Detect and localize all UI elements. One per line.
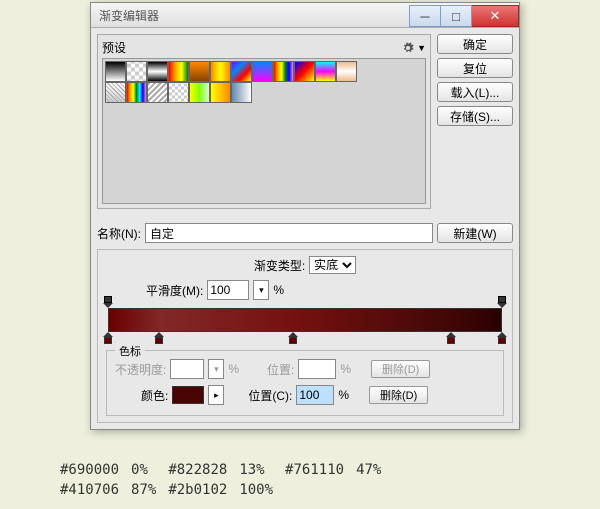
table-row: #41070687% #2b0102100% bbox=[60, 480, 393, 500]
table-row: #6900000% #82282813% #76111047% bbox=[60, 460, 393, 480]
color-label: 颜色: bbox=[141, 387, 168, 404]
preset-swatch[interactable] bbox=[315, 61, 336, 82]
color-stop[interactable] bbox=[446, 332, 456, 344]
color-position-label: 位置(C): bbox=[248, 387, 292, 404]
preset-swatch[interactable] bbox=[189, 61, 210, 82]
titlebar[interactable]: 渐变编辑器 ─ □ ✕ bbox=[91, 3, 519, 28]
preset-swatch[interactable] bbox=[210, 61, 231, 82]
preset-swatch[interactable] bbox=[147, 61, 168, 82]
gradient-type-label: 渐变类型: bbox=[254, 257, 305, 274]
gradient-bar[interactable] bbox=[108, 308, 502, 332]
presets-label: 预设 bbox=[102, 39, 401, 56]
delete-opacity-stop-button: 删除(D) bbox=[371, 360, 430, 378]
stops-readout: #6900000% #82282813% #76111047% #4107068… bbox=[60, 460, 560, 500]
gradient-type-select[interactable]: 实底 bbox=[309, 256, 356, 274]
presets-panel: 预设 ▼ bbox=[97, 34, 431, 209]
preset-swatch[interactable] bbox=[147, 82, 168, 103]
smoothness-label: 平滑度(M): bbox=[146, 282, 203, 299]
delete-color-stop-button[interactable]: 删除(D) bbox=[369, 386, 428, 404]
name-label: 名称(N): bbox=[97, 225, 141, 242]
color-dropdown-icon[interactable]: ▸ bbox=[208, 385, 224, 405]
window-title: 渐变编辑器 bbox=[99, 7, 409, 24]
smoothness-unit: % bbox=[273, 283, 284, 297]
preset-swatches[interactable] bbox=[102, 58, 426, 204]
preset-swatch[interactable] bbox=[273, 61, 294, 82]
opacity-position-input bbox=[298, 359, 336, 379]
preset-swatch[interactable] bbox=[168, 61, 189, 82]
opacity-position-unit: % bbox=[340, 362, 351, 376]
preset-swatch[interactable] bbox=[231, 82, 252, 103]
color-position-unit: % bbox=[338, 388, 349, 402]
ok-button[interactable]: 确定 bbox=[437, 34, 513, 54]
opacity-stop[interactable] bbox=[103, 298, 113, 308]
gradient-settings-panel: 渐变类型: 实底 平滑度(M): ▾ % bbox=[97, 249, 513, 423]
preset-swatch[interactable] bbox=[252, 61, 273, 82]
reset-button[interactable]: 复位 bbox=[437, 58, 513, 78]
preset-swatch[interactable] bbox=[294, 61, 315, 82]
gear-icon[interactable] bbox=[401, 41, 415, 55]
name-input[interactable] bbox=[145, 223, 433, 243]
preset-swatch[interactable] bbox=[336, 61, 357, 82]
smoothness-dropdown-icon[interactable]: ▾ bbox=[253, 280, 269, 300]
window-buttons: ─ □ ✕ bbox=[409, 5, 519, 25]
preset-swatch[interactable] bbox=[189, 82, 210, 103]
close-button[interactable]: ✕ bbox=[472, 5, 519, 27]
minimize-button[interactable]: ─ bbox=[409, 5, 441, 27]
stops-legend: 色标 bbox=[115, 343, 145, 359]
maximize-button[interactable]: □ bbox=[441, 5, 472, 27]
color-stop[interactable] bbox=[497, 332, 507, 344]
preset-swatch[interactable] bbox=[231, 61, 252, 82]
smoothness-input[interactable] bbox=[207, 280, 249, 300]
color-well[interactable] bbox=[172, 386, 204, 404]
preset-swatch[interactable] bbox=[105, 82, 126, 103]
preset-swatch[interactable] bbox=[105, 61, 126, 82]
presets-menu-arrow-icon[interactable]: ▼ bbox=[417, 43, 426, 53]
preset-swatch[interactable] bbox=[126, 82, 147, 103]
color-stop[interactable] bbox=[103, 332, 113, 344]
opacity-stop[interactable] bbox=[497, 298, 507, 308]
stops-group: 色标 不透明度: ▾ % 位置: % 删除(D) 颜色: bbox=[106, 350, 504, 416]
opacity-input bbox=[170, 359, 204, 379]
color-stop[interactable] bbox=[288, 332, 298, 344]
new-button[interactable]: 新建(W) bbox=[437, 223, 513, 243]
preset-swatch[interactable] bbox=[168, 82, 189, 103]
opacity-position-label: 位置: bbox=[267, 361, 294, 378]
load-button[interactable]: 载入(L)... bbox=[437, 82, 513, 102]
preset-swatch[interactable] bbox=[126, 61, 147, 82]
gradient-editor-dialog: 渐变编辑器 ─ □ ✕ 预设 ▼ bbox=[90, 2, 520, 430]
preset-swatch[interactable] bbox=[210, 82, 231, 103]
opacity-unit: % bbox=[228, 362, 239, 376]
save-button[interactable]: 存储(S)... bbox=[437, 106, 513, 126]
opacity-label: 不透明度: bbox=[115, 361, 166, 378]
color-stop[interactable] bbox=[154, 332, 164, 344]
color-position-input[interactable] bbox=[296, 385, 334, 405]
opacity-dropdown-icon: ▾ bbox=[208, 359, 224, 379]
